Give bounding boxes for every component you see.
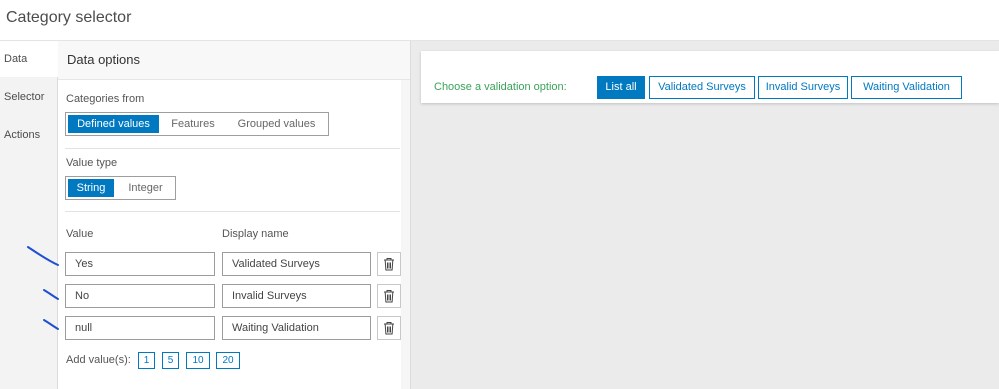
- panel-header: Data options: [58, 41, 410, 80]
- display-name-input-1[interactable]: Validated Surveys: [222, 252, 371, 276]
- display-name-input-2[interactable]: Invalid Surveys: [222, 284, 371, 308]
- category-selector-preview: Choose a validation option: List all Val…: [421, 51, 999, 103]
- tab-actions[interactable]: Actions: [0, 117, 57, 153]
- categories-from-segmented: Defined values Features Grouped values: [65, 112, 329, 136]
- add-values-label: Add value(s):: [66, 354, 131, 366]
- tab-selector[interactable]: Selector: [0, 79, 57, 115]
- option-string[interactable]: String: [66, 177, 116, 199]
- delete-row-button-2[interactable]: [377, 284, 401, 308]
- value-column-header: Value: [66, 228, 94, 240]
- option-defined-values[interactable]: Defined values: [66, 113, 161, 135]
- display-name-column-header: Display name: [222, 228, 289, 240]
- add-20-button[interactable]: 20: [216, 352, 240, 369]
- title-bar: Category selector: [0, 0, 999, 41]
- delete-row-button-3[interactable]: [377, 316, 401, 340]
- validated-surveys-button[interactable]: Validated Surveys: [649, 76, 755, 99]
- divider: [65, 148, 400, 149]
- list-all-button[interactable]: List all: [597, 76, 645, 99]
- option-integer[interactable]: Integer: [116, 177, 175, 199]
- value-type-segmented: String Integer: [65, 176, 176, 200]
- delete-row-button-1[interactable]: [377, 252, 401, 276]
- add-5-button[interactable]: 5: [162, 352, 179, 369]
- option-grouped-values[interactable]: Grouped values: [225, 113, 328, 135]
- trash-icon: [384, 258, 394, 271]
- annotation-marks: [27, 246, 59, 330]
- categories-from-label: Categories from: [66, 93, 145, 105]
- value-input-2[interactable]: No: [65, 284, 215, 308]
- panel-scrollbar[interactable]: [401, 80, 410, 389]
- data-options-panel: Data options Categories from Defined val…: [58, 41, 411, 389]
- divider: [65, 211, 400, 212]
- waiting-validation-button[interactable]: Waiting Validation: [851, 76, 962, 99]
- window-title: Category selector: [6, 9, 132, 26]
- value-type-label: Value type: [66, 157, 118, 169]
- add-10-button[interactable]: 10: [186, 352, 210, 369]
- value-input-3[interactable]: null: [65, 316, 215, 340]
- invalid-surveys-button[interactable]: Invalid Surveys: [758, 76, 848, 99]
- add-1-button[interactable]: 1: [138, 352, 155, 369]
- side-tabs: Data Selector Actions: [0, 41, 58, 389]
- option-features[interactable]: Features: [161, 113, 225, 135]
- panel-title: Data options: [67, 52, 140, 67]
- trash-icon: [384, 322, 394, 335]
- value-input-1[interactable]: Yes: [65, 252, 215, 276]
- panel-body: Categories from Defined values Features …: [58, 80, 401, 386]
- trash-icon: [384, 290, 394, 303]
- preview-area: Choose a validation option: List all Val…: [411, 41, 999, 389]
- tab-data[interactable]: Data: [0, 41, 58, 77]
- validation-prompt: Choose a validation option:: [434, 81, 567, 93]
- display-name-input-3[interactable]: Waiting Validation: [222, 316, 371, 340]
